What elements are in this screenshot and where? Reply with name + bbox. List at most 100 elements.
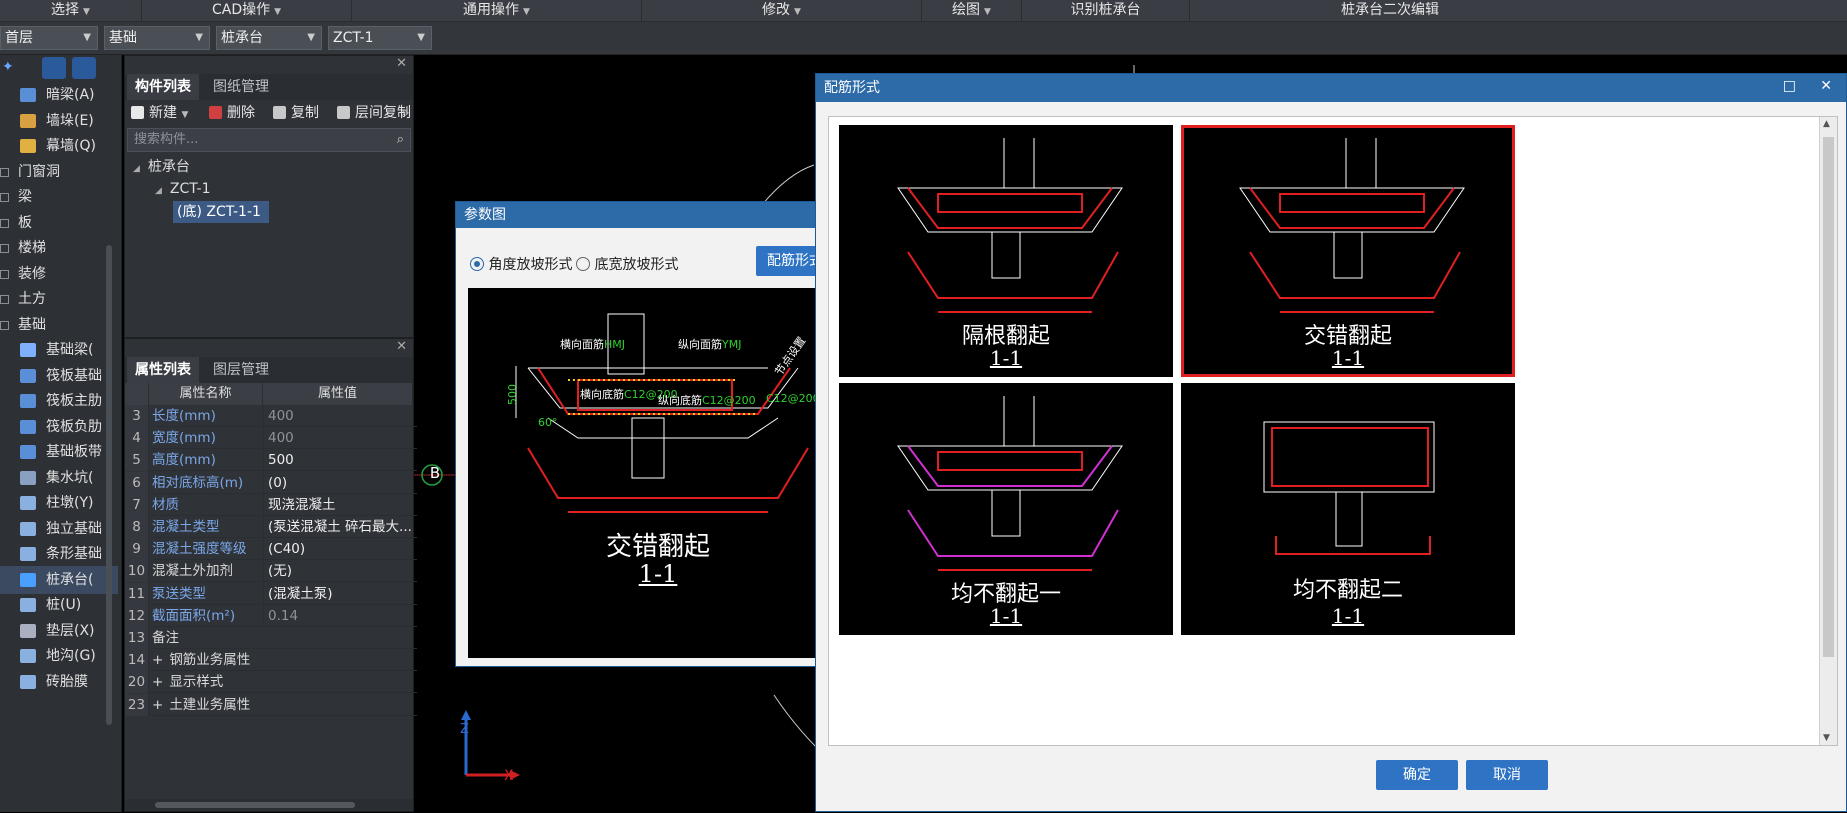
nav-item[interactable]: 楼梯 xyxy=(0,234,118,262)
property-row[interactable]: 4 宽度(mm) 400 xyxy=(125,427,417,450)
property-value[interactable]: (泵送混凝土 碎石最大... xyxy=(263,516,415,538)
expand-icon[interactable]: + xyxy=(152,697,163,713)
property-row[interactable]: 23 + 土建业务属性 xyxy=(125,693,417,716)
nav-item[interactable]: 集水坑( xyxy=(0,464,118,492)
nav-item[interactable]: 桩承台( xyxy=(0,565,118,594)
floor-copy-button[interactable]: 层间复制 xyxy=(337,100,411,126)
ribbon-identify-cap[interactable]: 识别桩承台 xyxy=(1022,0,1190,22)
rebar-option-tile[interactable]: 均不翻起一 1-1 xyxy=(839,383,1173,635)
nav-item[interactable]: 砖胎膜 xyxy=(0,668,118,696)
ribbon-secondary-edit[interactable]: 桩承台二次编辑 xyxy=(1190,0,1590,22)
expand-icon[interactable] xyxy=(0,167,9,177)
tree-leaf-selected[interactable]: (底) ZCT-1-1 xyxy=(173,201,269,223)
nav-item[interactable]: 基础板带 xyxy=(0,438,118,466)
expand-icon[interactable] xyxy=(0,218,9,228)
property-row[interactable]: 13 备注 xyxy=(125,627,417,649)
nav-item[interactable]: 暗梁(A) xyxy=(0,81,118,109)
nav-item[interactable]: 筏板基础 xyxy=(0,362,118,390)
rebar-scrollbar[interactable]: ▲ ▼ xyxy=(1819,117,1837,745)
expand-icon[interactable]: + xyxy=(152,652,163,668)
grid-view-icon[interactable] xyxy=(72,57,96,79)
property-value[interactable]: (无) xyxy=(263,560,415,583)
floor-select[interactable]: 首层 ▼ xyxy=(0,26,98,50)
ribbon-draw[interactable]: 绘图 ▼ xyxy=(922,0,1022,22)
close-icon[interactable]: ✕ xyxy=(396,339,407,355)
rebar-option-tile[interactable]: 交错翻起 1-1 xyxy=(1181,125,1515,377)
nav-item[interactable]: 桩(U) xyxy=(0,591,118,619)
nav-item[interactable]: 门窗洞 xyxy=(0,158,118,186)
nav-item[interactable]: 基础梁( xyxy=(0,336,118,364)
property-row[interactable]: 10 混凝土外加剂 (无) xyxy=(125,560,417,583)
rebar-option-tile[interactable]: 均不翻起二 1-1 xyxy=(1181,383,1515,635)
close-icon[interactable]: ✕ xyxy=(396,56,407,72)
nav-item[interactable]: 梁 xyxy=(0,183,118,211)
tab-drawing-manage[interactable]: 图纸管理 xyxy=(205,74,277,100)
rebar-option-tile[interactable]: 隔根翻起 1-1 xyxy=(839,125,1173,377)
more-button[interactable]: » xyxy=(401,100,410,126)
nav-item[interactable]: 土方 xyxy=(0,285,118,313)
component-select[interactable]: ZCT-1 ▼ xyxy=(328,26,432,50)
copy-button[interactable]: 复制 xyxy=(273,100,319,126)
nav-scrollbar[interactable] xyxy=(106,245,112,725)
property-value[interactable]: 400 xyxy=(263,405,415,427)
property-value[interactable]: 400 xyxy=(263,427,415,450)
property-row[interactable]: 5 高度(mm) 500 xyxy=(125,449,417,472)
tab-component-list[interactable]: 构件列表 xyxy=(127,74,199,100)
property-row[interactable]: 12 截面面积(m²) 0.14 xyxy=(125,604,417,627)
tree-root[interactable]: ◢ 桩承台 xyxy=(133,156,190,178)
expand-icon[interactable] xyxy=(0,244,9,253)
nav-item[interactable]: 装修 xyxy=(0,260,118,288)
scroll-up-icon[interactable]: ▲ xyxy=(1823,119,1830,129)
new-button[interactable]: 新建 ▼ xyxy=(131,100,188,126)
expand-icon[interactable] xyxy=(0,269,9,279)
ribbon-select[interactable]: 选择 ▼ xyxy=(0,0,142,22)
property-value[interactable]: 现浇混凝土 xyxy=(263,493,415,516)
pin-icon[interactable]: ✦ xyxy=(2,59,14,75)
property-row[interactable]: 3 长度(mm) 400 xyxy=(125,405,417,427)
ribbon-modify[interactable]: 修改 ▼ xyxy=(642,0,922,22)
radio-width[interactable]: 底宽放坡形式 xyxy=(576,254,678,274)
property-row[interactable]: 6 相对底标高(m) (0) xyxy=(125,471,417,494)
tab-property-list[interactable]: 属性列表 xyxy=(127,357,199,383)
category-select[interactable]: 基础 ▼ xyxy=(104,26,210,50)
nav-item[interactable]: 筏板主肋 xyxy=(0,387,118,415)
nav-item[interactable]: 基础 xyxy=(0,311,118,339)
property-row[interactable]: 14 + 钢筋业务属性 xyxy=(125,649,417,672)
list-view-icon[interactable] xyxy=(42,57,66,79)
property-row[interactable]: 20 + 显示样式 xyxy=(125,671,417,694)
scroll-down-icon[interactable]: ▼ xyxy=(1823,733,1830,743)
nav-item[interactable]: 独立基础 xyxy=(0,515,118,543)
property-row[interactable]: 8 混凝土类型 (泵送混凝土 碎石最大... xyxy=(125,516,417,538)
property-value[interactable]: (混凝土泵) xyxy=(263,582,415,605)
hscroll-thumb[interactable] xyxy=(155,802,355,808)
property-row[interactable]: 9 混凝土强度等级 (C40) xyxy=(125,538,417,561)
property-row[interactable]: 7 材质 现浇混凝土 xyxy=(125,493,417,516)
collapse-icon[interactable] xyxy=(0,320,9,330)
nav-item[interactable]: 条形基础 xyxy=(0,540,118,568)
ribbon-cad-ops[interactable]: CAD操作 ▼ xyxy=(142,0,352,22)
radio-angle[interactable]: 角度放坡形式 xyxy=(470,254,572,274)
nav-item[interactable]: 墙垛(E) xyxy=(0,107,118,135)
nav-item[interactable]: 地沟(G) xyxy=(0,642,118,670)
nav-item[interactable]: 柱墩(Y) xyxy=(0,489,118,517)
scroll-thumb[interactable] xyxy=(1823,137,1834,657)
delete-button[interactable]: 删除 xyxy=(209,100,255,126)
nav-item[interactable]: 垫层(X) xyxy=(0,617,118,645)
property-value[interactable]: (C40) xyxy=(263,538,415,561)
maximize-icon[interactable]: □ xyxy=(1783,78,1796,94)
nav-item[interactable]: 筏板负肋 xyxy=(0,413,118,441)
type-select[interactable]: 桩承台 ▼ xyxy=(216,26,322,50)
ribbon-general-ops[interactable]: 通用操作 ▼ xyxy=(352,0,642,22)
cancel-button[interactable]: 取消 xyxy=(1466,760,1548,790)
property-value[interactable]: (0) xyxy=(263,471,415,494)
tab-layer-manage[interactable]: 图层管理 xyxy=(205,357,277,383)
tree-node[interactable]: ◢ ZCT-1 xyxy=(155,178,211,200)
property-value[interactable]: 500 xyxy=(263,449,415,472)
component-search-input[interactable]: 搜索构件... ⌕ xyxy=(127,128,411,152)
ok-button[interactable]: 确定 xyxy=(1376,760,1458,790)
nav-item[interactable]: 板 xyxy=(0,209,118,237)
expand-icon[interactable] xyxy=(0,295,9,304)
expand-icon[interactable]: + xyxy=(152,674,163,690)
nav-item[interactable]: 幕墙(Q) xyxy=(0,132,118,160)
expand-icon[interactable] xyxy=(0,193,9,202)
